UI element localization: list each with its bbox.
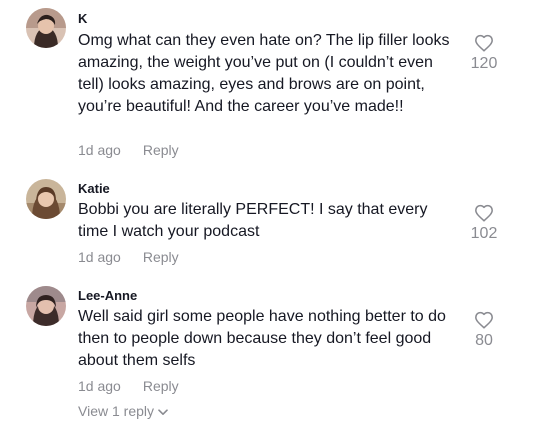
avatar[interactable] <box>26 179 66 219</box>
username[interactable]: K <box>78 11 87 27</box>
chevron-down-icon <box>158 409 168 415</box>
comment-meta: 1d ago Reply <box>78 141 179 159</box>
timestamp: 1d ago <box>78 378 121 394</box>
reply-button[interactable]: Reply <box>143 378 179 394</box>
like-count: 102 <box>470 225 498 242</box>
like-control: 80 <box>466 311 502 351</box>
heart-outline-icon[interactable] <box>474 204 494 222</box>
like-control: 102 <box>466 204 502 244</box>
heart-outline-icon[interactable] <box>474 34 494 52</box>
username[interactable]: Lee-Anne <box>78 288 137 304</box>
view-replies-button[interactable]: View 1 reply <box>78 402 168 420</box>
comment-text: Bobbi you are literally PERFECT! I say t… <box>78 201 428 240</box>
avatar[interactable] <box>26 286 66 326</box>
timestamp: 1d ago <box>78 249 121 265</box>
like-count: 120 <box>470 55 498 72</box>
timestamp: 1d ago <box>78 142 121 158</box>
comment-text: Omg what can they even hate on? The lip … <box>78 32 450 115</box>
like-count: 80 <box>475 332 493 349</box>
username[interactable]: Katie <box>78 181 110 197</box>
avatar[interactable] <box>26 8 66 48</box>
reply-button[interactable]: Reply <box>143 249 179 265</box>
view-replies-label: View 1 reply <box>78 403 155 419</box>
like-control: 120 <box>466 34 502 74</box>
comment-meta: 1d ago Reply <box>78 377 179 395</box>
comment-meta: 1d ago Reply <box>78 248 179 266</box>
heart-outline-icon[interactable] <box>474 311 494 329</box>
reply-button[interactable]: Reply <box>143 142 179 158</box>
comment-text: Well said girl some people have nothing … <box>78 308 446 369</box>
